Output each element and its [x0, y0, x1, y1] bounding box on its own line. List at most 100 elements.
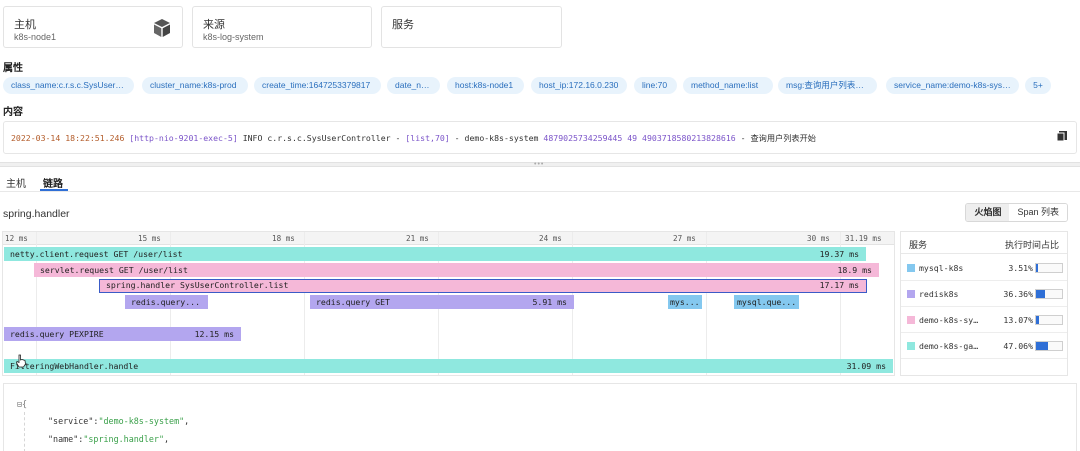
source-card: 来源 k8s-log-system — [192, 6, 372, 48]
span-bar-redis-pexpire[interactable]: redis.query PEXPIRE 12.15 ms — [4, 327, 241, 341]
log-method: [list,70] — [405, 133, 450, 143]
service-name: demo-k8s-system — [919, 315, 979, 325]
tick-label: 30 ms — [807, 234, 830, 243]
span-list-button[interactable]: Span 列表 — [1009, 204, 1067, 221]
service-percent: 13.07% — [1003, 315, 1033, 325]
span-name: redis.query... — [131, 297, 201, 307]
span-json-detail: ⊟{ "service":"demo-k8s-system", "name":"… — [3, 383, 1077, 451]
span-bar-redis-query-get[interactable]: redis.query GET 5.91 ms — [310, 295, 574, 309]
color-swatch — [907, 316, 915, 324]
service-ratio-panel: 服务 执行时间占比 mysql-k8s 3.51% redisk8s 36.36… — [900, 231, 1068, 376]
tag-service-name[interactable]: service_name:demo-k8s-system — [886, 77, 1019, 94]
span-duration: 31.09 ms — [846, 361, 886, 371]
span-name: redis.query PEXPIRE — [10, 329, 104, 339]
log-trace-id: 4879025734259445 49 — [543, 133, 638, 143]
ratio-bar-fill — [1036, 290, 1046, 298]
ratio-bar-fill — [1036, 264, 1038, 272]
json-value: "spring.handler" — [83, 434, 164, 444]
tick-label: 24 ms — [539, 234, 562, 243]
tag-line[interactable]: line:70 — [634, 77, 677, 94]
log-level-class: INFO c.r.s.c.SysUserController - — [237, 133, 406, 143]
log-content-box: 2022-03-14 18:22:51.246 [http-nio-9201-e… — [3, 121, 1077, 154]
service-percent: 47.06% — [1003, 341, 1033, 351]
copy-icon[interactable] — [1056, 130, 1068, 142]
service-row[interactable]: demo-k8s-system 13.07% — [901, 307, 1067, 333]
indent-guide — [24, 412, 25, 451]
tag-msg[interactable]: msg:查询用户列表开始 — [778, 77, 877, 94]
span-name: redis.query GET — [316, 297, 390, 307]
ratio-bar-fill — [1036, 316, 1040, 324]
span-bar-redis-query-1[interactable]: redis.query... — [125, 295, 208, 309]
service-card: 服务 — [381, 6, 562, 48]
color-swatch — [907, 264, 915, 272]
ratio-bar — [1035, 289, 1063, 299]
span-bar-servlet-request[interactable]: servlet.request GET /user/list 18.9 ms — [34, 263, 879, 277]
span-name: netty.client.request GET /user/list — [10, 249, 183, 259]
span-title: spring.handler — [3, 208, 70, 220]
tabs-baseline — [0, 191, 1080, 192]
service-panel-header: 服务 执行时间占比 — [901, 232, 1067, 254]
attribute-tags: class_name:c.r.s.c.SysUserController clu… — [3, 77, 1077, 95]
flame-graph: 12 ms 15 ms 18 ms 21 ms 24 ms 27 ms 30 m… — [2, 231, 895, 376]
service-row[interactable]: redisk8s 36.36% — [901, 281, 1067, 307]
span-name: spring.handler SysUserController.list — [106, 280, 289, 290]
tick-label: 21 ms — [406, 234, 429, 243]
json-open-brace: { — [22, 399, 28, 409]
tag-date-ns[interactable]: date_ns:0 — [387, 77, 440, 94]
tag-cluster-name[interactable]: cluster_name:k8s-prod — [142, 77, 248, 94]
col-ratio: 执行时间占比 — [1004, 240, 1059, 250]
log-thread: [http-nio-9201-exec-5] — [129, 133, 238, 143]
span-name: servlet.request GET /user/list — [40, 265, 188, 275]
host-card-title: 主机 — [14, 19, 36, 31]
tag-create-time[interactable]: create_time:1647253379817 — [254, 77, 381, 94]
span-duration: 17.17 ms — [819, 280, 859, 290]
view-switcher: 火焰图 Span 列表 — [965, 203, 1068, 222]
drag-grip-icon[interactable]: ••• — [534, 161, 544, 168]
json-value: "demo-k8s-system" — [98, 416, 185, 426]
ratio-bar-fill — [1036, 342, 1049, 350]
span-bar-mysql-2[interactable]: mysql.que... — [734, 295, 799, 309]
span-bar-mysql-1[interactable]: mys... — [668, 295, 702, 309]
tag-more[interactable]: 5+ — [1025, 77, 1051, 94]
span-bar-netty-client[interactable]: netty.client.request GET /user/list 19.3… — [4, 247, 866, 261]
time-ruler: 12 ms 15 ms 18 ms 21 ms 24 ms 27 ms 30 m… — [3, 232, 894, 245]
flame-graph-button[interactable]: 火焰图 — [966, 204, 1010, 221]
ratio-bar — [1035, 263, 1063, 273]
json-key: "name" — [48, 434, 79, 444]
span-duration: 18.9 ms — [837, 265, 872, 275]
source-card-title: 来源 — [203, 19, 225, 31]
service-row[interactable]: mysql-k8s 3.51% — [901, 255, 1067, 281]
span-bar-filtering-web-handler[interactable]: FilteringWebHandler.handle 31.09 ms — [4, 359, 893, 373]
tab-trace[interactable]: 链路 — [43, 175, 63, 190]
tick-label: 27 ms — [673, 234, 696, 243]
json-line-name: "name":"spring.handler", — [48, 434, 170, 444]
span-bar-spring-handler[interactable]: spring.handler SysUserController.list 17… — [99, 279, 867, 293]
json-key: "service" — [48, 416, 94, 426]
tick-label: 12 ms — [5, 234, 28, 243]
source-card-value: k8s-log-system — [203, 32, 264, 42]
tab-host[interactable]: 主机 — [6, 175, 26, 190]
resize-divider[interactable]: ••• — [0, 161, 1080, 168]
col-service: 服务 — [909, 240, 928, 250]
log-service: - demo-k8s-system — [449, 133, 544, 143]
log-line: 2022-03-14 18:22:51.246 [http-nio-9201-e… — [11, 132, 816, 144]
service-card-title: 服务 — [392, 19, 414, 31]
service-row[interactable]: demo-k8s-gateway 47.06% — [901, 333, 1067, 359]
tick-label: 31.19 ms — [845, 234, 882, 243]
log-span-id: 4903718580213828616 — [642, 133, 736, 143]
service-name: demo-k8s-gateway — [919, 341, 979, 351]
tag-method-name[interactable]: method_name:list — [683, 77, 773, 94]
log-message: - 查询用户列表开始 — [735, 133, 816, 143]
tag-class-name[interactable]: class_name:c.r.s.c.SysUserController — [3, 77, 134, 94]
json-line-service: "service":"demo-k8s-system", — [48, 416, 190, 426]
host-card: 主机 k8s-node1 — [3, 6, 183, 48]
tag-host[interactable]: host:k8s-node1 — [447, 77, 524, 94]
tag-host-ip[interactable]: host_ip:172.16.0.230 — [531, 77, 627, 94]
tick-label: 15 ms — [138, 234, 161, 243]
attributes-title: 属性 — [3, 63, 23, 74]
host-card-value: k8s-node1 — [14, 32, 57, 42]
span-name: mys... — [670, 297, 700, 307]
service-name: redisk8s — [919, 289, 959, 299]
span-duration: 12.15 ms — [194, 329, 234, 339]
collapse-icon[interactable]: ⊟{ — [17, 399, 27, 409]
